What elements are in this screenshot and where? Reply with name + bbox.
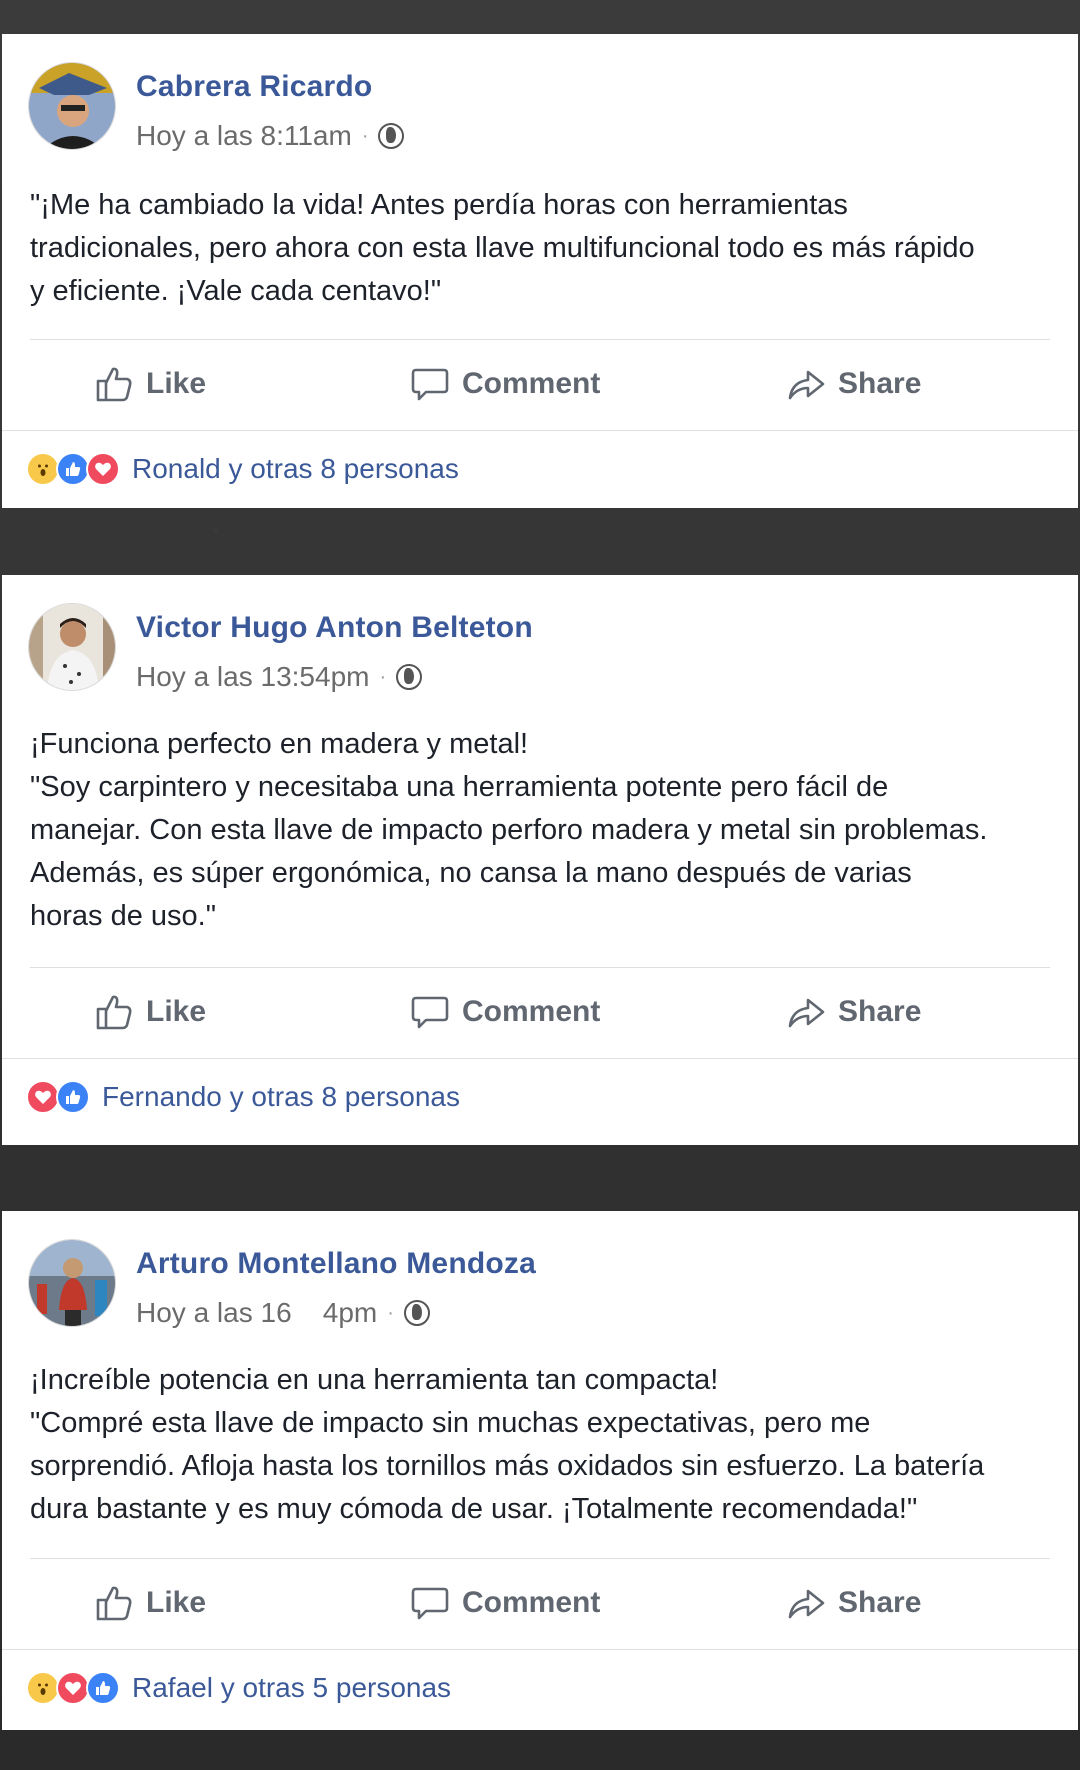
like-button[interactable]: Like — [94, 364, 206, 404]
comment-button[interactable]: Comment — [410, 992, 600, 1032]
like-icon — [86, 1671, 120, 1705]
globe-icon — [403, 1300, 430, 1326]
author-name[interactable]: Victor Hugo Anton Belteton — [136, 611, 533, 645]
post-text: ¡Increíble potencia en una herramienta t… — [30, 1364, 985, 1525]
love-icon — [26, 1080, 60, 1114]
reaction-text[interactable]: Ronald y otras 8 personas — [132, 453, 459, 485]
comment-button[interactable]: Comment — [410, 364, 600, 404]
author-name[interactable]: Cabrera Ricardo — [136, 70, 372, 104]
comment-button[interactable]: Comment — [410, 1583, 600, 1623]
like-label: Like — [146, 1586, 207, 1619]
like-icon — [56, 452, 90, 486]
post-card: Victor Hugo Anton Belteton Hoy a las 13:… — [2, 575, 1078, 1145]
post-meta: Hoy a las 16 4pm · — [136, 1297, 430, 1329]
post-text: ¡Funciona perfecto en madera y metal! "S… — [30, 728, 988, 932]
thumbs-up-icon — [96, 367, 132, 402]
meta-separator: · — [361, 124, 369, 147]
divider — [2, 1058, 1078, 1059]
post-actions: Like Comment Share — [2, 340, 1078, 430]
post-time[interactable]: Hoy a las 16 4pm — [136, 1297, 377, 1329]
divider — [2, 430, 1078, 431]
avatar[interactable] — [28, 62, 116, 150]
comment-icon — [411, 996, 449, 1029]
reactions-summary[interactable]: Ronald y otras 8 personas — [26, 452, 459, 486]
avatar[interactable] — [28, 1239, 116, 1327]
reactions-summary[interactable]: Rafael y otras 5 personas — [26, 1671, 451, 1705]
reactions-summary[interactable]: Fernando y otras 8 personas — [26, 1080, 460, 1114]
meta-separator: · — [387, 1301, 394, 1324]
reaction-icons — [26, 1671, 120, 1705]
wow-icon — [26, 1671, 60, 1705]
comment-icon — [411, 1587, 449, 1620]
globe-icon — [396, 664, 423, 690]
share-button[interactable]: Share — [786, 364, 921, 404]
reaction-text[interactable]: Fernando y otras 8 personas — [102, 1081, 460, 1113]
wow-icon — [26, 452, 60, 486]
share-label: Share — [838, 995, 922, 1028]
post-header: Arturo Montellano Mendoza Hoy a las 16 4… — [28, 1239, 1028, 1329]
post-time[interactable]: Hoy a las 8:11am — [136, 120, 352, 152]
post-card: Arturo Montellano Mendoza Hoy a las 16 4… — [2, 1211, 1078, 1730]
like-label: Like — [146, 367, 207, 400]
thumbs-up-icon — [96, 995, 132, 1030]
post-header: Victor Hugo Anton Belteton Hoy a las 13:… — [28, 603, 1028, 693]
like-label: Like — [146, 995, 207, 1028]
post-header: Cabrera Ricardo Hoy a las 8:11am · — [28, 62, 1028, 152]
post-actions: Like Comment Share — [2, 968, 1078, 1058]
comment-label: Comment — [462, 995, 601, 1028]
comment-icon — [411, 368, 449, 401]
post-card: Cabrera Ricardo Hoy a las 8:11am · "¡Me … — [2, 34, 1078, 508]
like-button[interactable]: Like — [94, 992, 206, 1032]
post-meta: Hoy a las 13:54pm · — [136, 661, 423, 693]
comment-label: Comment — [462, 367, 601, 400]
post-actions: Like Comment Share — [2, 1559, 1078, 1649]
reaction-icons — [26, 1080, 90, 1114]
love-icon — [86, 452, 120, 486]
globe-icon — [378, 123, 405, 149]
post-time[interactable]: Hoy a las 13:54pm — [136, 661, 369, 693]
avatar[interactable] — [28, 603, 116, 691]
share-label: Share — [838, 367, 922, 400]
reaction-text[interactable]: Rafael y otras 5 personas — [132, 1672, 451, 1704]
post-text: "¡Me ha cambiado la vida! Antes perdía h… — [30, 189, 975, 307]
author-name[interactable]: Arturo Montellano Mendoza — [136, 1247, 536, 1281]
post-meta: Hoy a las 8:11am · — [136, 120, 405, 152]
reaction-icons — [26, 452, 120, 486]
share-icon — [788, 998, 825, 1028]
share-button[interactable]: Share — [786, 1583, 921, 1623]
thumbs-up-icon — [96, 1586, 132, 1621]
like-icon — [56, 1080, 90, 1114]
reviews-feed: Cabrera Ricardo Hoy a las 8:11am · "¡Me … — [0, 0, 1080, 1770]
like-button[interactable]: Like — [94, 1583, 206, 1623]
love-icon — [56, 1671, 90, 1705]
share-icon — [788, 1589, 825, 1619]
meta-separator: · — [379, 665, 387, 688]
divider — [2, 1649, 1078, 1650]
comment-label: Comment — [462, 1586, 601, 1619]
share-icon — [788, 370, 825, 400]
share-button[interactable]: Share — [786, 992, 921, 1032]
share-label: Share — [838, 1586, 922, 1619]
